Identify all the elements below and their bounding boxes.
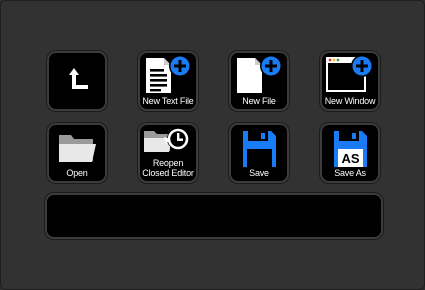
- new-text-file-key[interactable]: New Text File: [140, 53, 196, 109]
- new-text-file-key-label: New Text File: [142, 96, 194, 106]
- new-window-key[interactable]: New Window: [322, 53, 378, 109]
- reopen-closed-editor-key[interactable]: Reopen Closed Editor: [140, 125, 196, 181]
- touch-display-strip[interactable]: [47, 195, 381, 237]
- save-key[interactable]: Save: [231, 125, 287, 181]
- back-key[interactable]: [49, 53, 105, 109]
- new-file-key-label: New File: [242, 96, 276, 106]
- open-key[interactable]: Open: [49, 125, 105, 181]
- new-file-key[interactable]: New File: [231, 53, 287, 109]
- save-key-label: Save: [249, 168, 269, 178]
- reopen-closed-editor-key-label: Reopen Closed Editor: [142, 158, 194, 178]
- stream-deck-panel: New Text File New File New Window Open R…: [0, 0, 425, 290]
- save-as-key[interactable]: AS Save As: [322, 125, 378, 181]
- save-as-badge-text: AS: [341, 151, 359, 166]
- save-as-key-label: Save As: [334, 168, 366, 178]
- open-key-label: Open: [66, 168, 88, 178]
- new-window-key-label: New Window: [324, 96, 376, 106]
- back-arrow-icon: [69, 68, 88, 89]
